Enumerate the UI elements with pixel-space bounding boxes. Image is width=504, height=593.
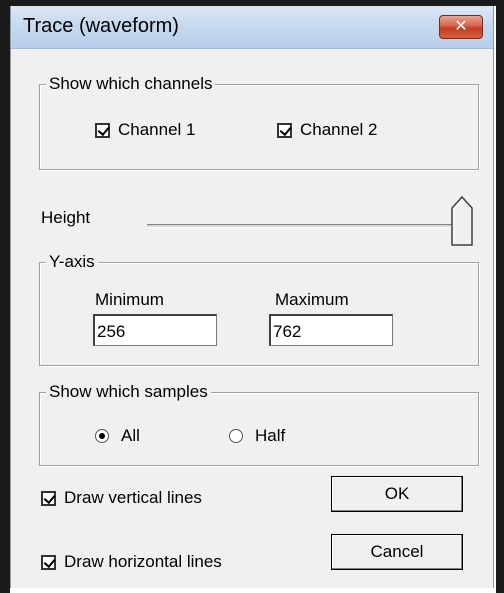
channel1-checkbox[interactable]: Channel 1 xyxy=(95,120,196,140)
channel2-check-icon xyxy=(277,122,292,138)
vertical-lines-checkbox[interactable]: Draw vertical lines xyxy=(41,488,202,508)
trace-dialog: Trace (waveform) ✕ Show which channels C… xyxy=(10,6,494,588)
close-icon: ✕ xyxy=(454,18,468,35)
title-bar[interactable]: Trace (waveform) ✕ xyxy=(11,6,493,49)
samples-legend: Show which samples xyxy=(46,381,211,403)
dialog-title: Trace (waveform) xyxy=(23,15,179,37)
yaxis-legend: Y-axis xyxy=(46,251,98,273)
minimum-input[interactable]: 256 xyxy=(93,314,217,346)
all-radio-icon xyxy=(95,429,109,443)
horizontal-lines-label: Draw horizontal lines xyxy=(64,552,222,571)
height-slider-thumb[interactable] xyxy=(451,196,473,246)
maximum-label: Maximum xyxy=(275,290,349,309)
samples-half-radio[interactable]: Half xyxy=(229,426,285,446)
channel2-label: Channel 2 xyxy=(300,120,378,139)
vertical-lines-label: Draw vertical lines xyxy=(64,488,202,507)
half-radio-label: Half xyxy=(255,426,286,445)
samples-all-radio[interactable]: All xyxy=(95,426,140,446)
horizontal-lines-check-icon xyxy=(41,554,56,570)
outer-frame-right xyxy=(496,0,504,593)
all-radio-label: All xyxy=(121,426,140,445)
vertical-lines-check-icon xyxy=(41,490,56,506)
channel1-check-icon xyxy=(95,122,110,138)
close-button[interactable]: ✕ xyxy=(439,15,483,39)
half-radio-icon xyxy=(229,429,243,443)
ok-button[interactable]: OK xyxy=(331,476,463,512)
channels-legend: Show which channels xyxy=(46,73,216,95)
height-slider-track[interactable] xyxy=(147,224,459,228)
height-label: Height xyxy=(41,208,91,227)
minimum-label: Minimum xyxy=(95,290,164,309)
horizontal-lines-checkbox[interactable]: Draw horizontal lines xyxy=(41,552,222,572)
maximum-input[interactable]: 762 xyxy=(269,314,393,346)
cancel-button[interactable]: Cancel xyxy=(331,534,463,570)
outer-frame-left xyxy=(0,0,10,593)
channel1-label: Channel 1 xyxy=(118,120,196,139)
channel2-checkbox[interactable]: Channel 2 xyxy=(277,120,378,140)
